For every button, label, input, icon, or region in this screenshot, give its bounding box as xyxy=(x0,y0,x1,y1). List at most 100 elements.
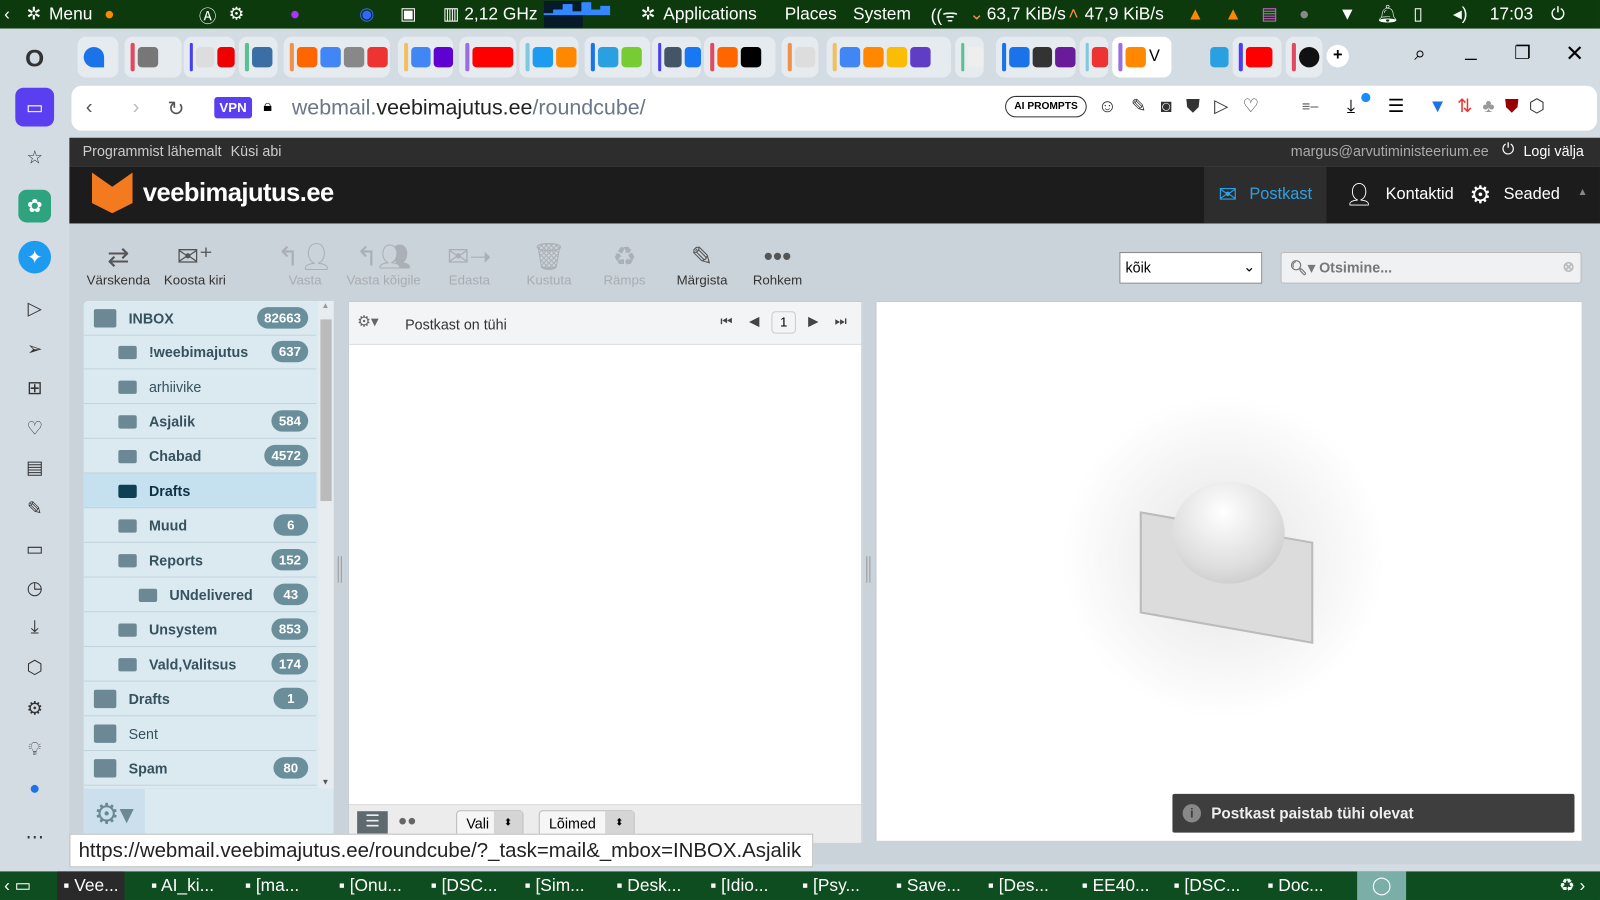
splitter-handle[interactable] xyxy=(337,556,342,583)
downloads-icon[interactable]: ⤓ xyxy=(18,610,51,643)
folder-item[interactable]: Chabad 4572 xyxy=(83,439,317,474)
folder-item[interactable]: Asjalik 584 xyxy=(83,404,317,439)
places-menu[interactable]: Places xyxy=(785,4,837,24)
reply-all-button[interactable]: ↰👥︎ Vasta kõigile xyxy=(345,240,423,288)
folder-item[interactable]: Unsystem 853 xyxy=(83,612,317,647)
folder-scrollbar[interactable]: ▲ ▼ xyxy=(318,301,334,789)
trash-icon[interactable]: ♻ › xyxy=(1559,876,1585,896)
taskbar-window-button[interactable]: ▪ [Psy... xyxy=(802,876,860,896)
help-link[interactable]: Küsi abi xyxy=(231,143,282,159)
vlc-icon[interactable]: ▲ xyxy=(1187,4,1204,24)
opera-logo-icon[interactable]: O xyxy=(18,43,51,76)
taskbar-window-button[interactable]: ▪ [Sim... xyxy=(524,876,584,896)
minimize-button[interactable]: _ xyxy=(1465,39,1476,62)
tab-group[interactable] xyxy=(124,36,182,78)
battery-icon[interactable]: ▯ xyxy=(1413,4,1423,24)
send-icon[interactable]: ➢ xyxy=(18,333,51,366)
active-tab[interactable]: V xyxy=(1112,36,1172,78)
lock-icon[interactable]: 🔒︎ xyxy=(263,98,272,116)
first-page-button[interactable]: ⏮ xyxy=(720,313,732,329)
folder-item[interactable]: !weebimajutus 637 xyxy=(83,335,317,370)
search-input[interactable]: 🔍︎▾ Otsimine... ⊗ xyxy=(1280,252,1582,284)
tab-group[interactable] xyxy=(183,36,235,78)
history-icon[interactable]: ◷ xyxy=(18,571,51,604)
compose-button[interactable]: ✉⁺ Koosta kiri xyxy=(156,240,234,288)
logout-link[interactable]: Logi välja xyxy=(1523,143,1583,159)
folder-item[interactable]: Drafts 1 xyxy=(83,682,317,717)
logo-text[interactable]: veebimajutus.ee xyxy=(143,179,334,209)
workspace-button[interactable]: ◯ xyxy=(1357,871,1407,900)
power-icon[interactable]: ⏻ xyxy=(1551,4,1565,24)
close-window-button[interactable]: ✕ xyxy=(1565,41,1584,68)
terminal-icon[interactable]: ▣ xyxy=(400,4,416,24)
vpn-badge[interactable]: VPN xyxy=(214,96,252,119)
junk-button[interactable]: ♻ Rämps xyxy=(586,240,664,288)
heart-icon[interactable]: ♡ xyxy=(18,412,51,445)
tips-icon[interactable]: 💡︎ xyxy=(18,733,51,766)
nav-settings[interactable]: ⚙ Seaded xyxy=(1455,166,1574,223)
tab-group[interactable] xyxy=(283,36,390,78)
tor-icon[interactable]: ● xyxy=(290,4,300,24)
panel-back-icon[interactable]: ‹ xyxy=(4,4,10,24)
tab-group[interactable] xyxy=(1232,36,1282,78)
tab-group[interactable] xyxy=(781,36,819,78)
tabs-icon[interactable]: ▭ xyxy=(18,533,51,566)
back-button[interactable]: ‹ xyxy=(86,96,93,119)
forward-button[interactable]: › xyxy=(133,96,140,119)
taskbar-window-button[interactable]: ▪ Desk... xyxy=(616,876,681,896)
tab-group[interactable] xyxy=(995,36,1076,78)
taskbar-window-button[interactable]: ▪ Vee... xyxy=(57,871,125,900)
tab-group[interactable] xyxy=(77,36,119,78)
collapse-header-icon[interactable]: ▲ xyxy=(1578,187,1588,198)
last-page-button[interactable]: ⏭ xyxy=(835,313,847,329)
settings-gear-icon[interactable]: ⚙ xyxy=(18,692,51,725)
mark-button[interactable]: ✎ Märgista xyxy=(663,240,741,288)
list-options-icon[interactable]: ⚙▾ xyxy=(357,312,378,330)
more-button[interactable]: ••• Rohkem xyxy=(739,240,817,288)
tab-group[interactable] xyxy=(1079,36,1109,78)
tab-group[interactable] xyxy=(652,36,702,78)
tab-group[interactable] xyxy=(397,36,454,78)
player-icon[interactable]: ▷ xyxy=(18,292,51,325)
folder-item[interactable]: Reports 152 xyxy=(83,543,317,578)
vlc-icon-2[interactable]: ▲ xyxy=(1224,4,1241,24)
tray-icon[interactable]: ● xyxy=(1299,4,1309,24)
search-icon[interactable]: 🔍︎▾ xyxy=(1290,259,1315,275)
chatgpt-icon[interactable]: ✿ xyxy=(18,189,52,223)
settings-icon[interactable]: ⚙ xyxy=(229,4,245,24)
folder-item[interactable]: Sent xyxy=(83,716,317,752)
taskbar-window-button[interactable]: ▪ Doc... xyxy=(1267,876,1323,896)
opera-icon[interactable]: ◉ xyxy=(359,4,374,24)
taskbar-window-button[interactable]: ▪ [DSC... xyxy=(431,876,498,896)
download-icon[interactable]: ⤓ xyxy=(1347,96,1355,117)
tab-group[interactable] xyxy=(704,36,776,78)
folder-item[interactable]: Muud 6 xyxy=(83,508,317,543)
clear-search-icon[interactable]: ⊗ xyxy=(1563,258,1575,275)
tab-search-icon[interactable]: ⌕ xyxy=(1414,43,1425,66)
tab-ibb[interactable] xyxy=(1204,37,1229,78)
taskbar-window-button[interactable]: ▪ Save... xyxy=(896,876,961,896)
folder-item[interactable]: Spam 80 xyxy=(83,751,317,786)
scrollbar-thumb[interactable] xyxy=(320,319,332,502)
extensions-icon[interactable]: ⬡ xyxy=(18,651,51,684)
tab-group[interactable] xyxy=(519,36,579,78)
reading-list-icon[interactable]: ▭ xyxy=(15,87,55,127)
threads-view-icon[interactable]: ●● xyxy=(398,812,416,829)
menu-button[interactable]: Menu xyxy=(49,4,92,24)
about-link[interactable]: Programmist lähemalt xyxy=(83,143,222,159)
chat-icon[interactable]: ● xyxy=(18,771,51,804)
folder-item[interactable]: INBOX 82663 xyxy=(83,301,317,336)
forward-button[interactable]: ✉➝ Edasta xyxy=(431,240,509,288)
clock[interactable]: 17:03 xyxy=(1490,4,1533,24)
taskbar-window-button[interactable]: ▪ [Des... xyxy=(988,876,1049,896)
taskbar-window-button[interactable]: ▪ [Idio... xyxy=(710,876,768,896)
system-menu[interactable]: System xyxy=(853,4,911,24)
audio-app-icon[interactable]: ▤ xyxy=(1261,4,1277,24)
folder-item[interactable]: arhiivike xyxy=(83,369,317,405)
reply-button[interactable]: ↰👤︎ Vasta xyxy=(266,240,344,288)
news-icon[interactable]: ▤ xyxy=(18,451,51,484)
tab-group[interactable] xyxy=(459,36,517,78)
aria-icon[interactable]: ☆ xyxy=(18,141,51,174)
restore-button[interactable]: ❐ xyxy=(1514,43,1530,64)
folder-item[interactable]: Drafts xyxy=(83,473,317,509)
